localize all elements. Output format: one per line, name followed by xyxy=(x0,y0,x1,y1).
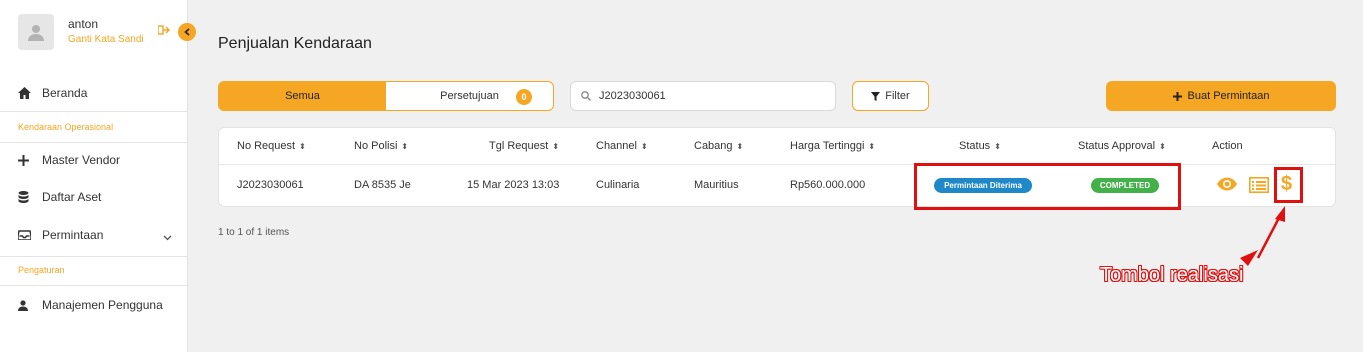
collapse-sidebar-button[interactable] xyxy=(178,23,196,41)
annotation-arrow xyxy=(1240,206,1285,266)
chevron-left-icon xyxy=(184,28,190,36)
annotation-callout: Tombol realisasi xyxy=(1100,264,1244,286)
